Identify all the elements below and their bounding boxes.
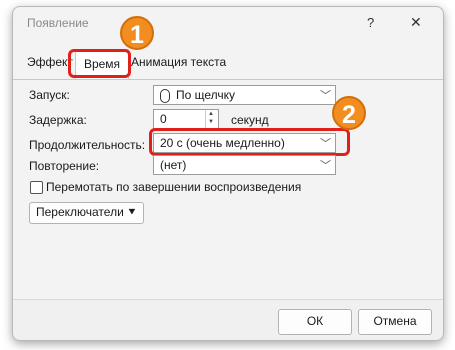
start-select[interactable]: По щелчку ﹀: [153, 85, 336, 105]
triggers-label: Переключатели: [36, 205, 124, 219]
repeat-label: Повторение:: [29, 159, 100, 173]
dialog-title: Появление: [27, 16, 89, 30]
tab-text-animation[interactable]: Анимация текста: [131, 55, 226, 69]
button-bar: ОК Отмена: [13, 299, 443, 340]
triggers-button[interactable]: Переключатели ⯆: [29, 202, 144, 224]
start-label: Запуск:: [29, 88, 70, 102]
help-button[interactable]: ?: [367, 15, 374, 30]
delay-value: 0: [160, 112, 167, 126]
cancel-button[interactable]: Отмена: [358, 309, 432, 335]
animation-dialog: Появление ? ✕ Эффект Время Анимация текс…: [12, 6, 444, 341]
duration-label: Продолжительность:: [29, 138, 146, 152]
mouse-icon: [160, 89, 170, 103]
delay-label: Задержка:: [29, 113, 87, 127]
spin-up-icon[interactable]: ▲: [208, 111, 214, 117]
start-value: По щелчку: [176, 88, 236, 102]
duration-highlight: [149, 128, 350, 156]
tab-effect[interactable]: Эффект: [27, 55, 73, 69]
delay-input[interactable]: 0 ▲ ▼: [153, 109, 219, 129]
chevron-down-icon: ﹀: [320, 90, 331, 102]
delay-unit: секунд: [231, 113, 269, 127]
repeat-select[interactable]: (нет) ﹀: [153, 155, 336, 175]
chevron-down-icon: ﹀: [320, 160, 331, 172]
close-button[interactable]: ✕: [410, 14, 422, 31]
triggers-chevron-icon: ⯆: [127, 205, 137, 219]
step-badge-2: 2: [332, 96, 366, 130]
spin-down-icon[interactable]: ▼: [208, 119, 214, 125]
timing-tab-highlight: [68, 49, 131, 78]
delay-spinner[interactable]: ▲ ▼: [205, 110, 218, 128]
title-bar: Появление ? ✕: [13, 7, 443, 39]
ok-button[interactable]: ОК: [278, 309, 352, 335]
rewind-checkbox[interactable]: [30, 181, 43, 194]
repeat-value: (нет): [160, 158, 187, 172]
step-badge-1: 1: [120, 16, 154, 50]
rewind-label[interactable]: Перемотать по завершении воспроизведения: [46, 180, 301, 194]
